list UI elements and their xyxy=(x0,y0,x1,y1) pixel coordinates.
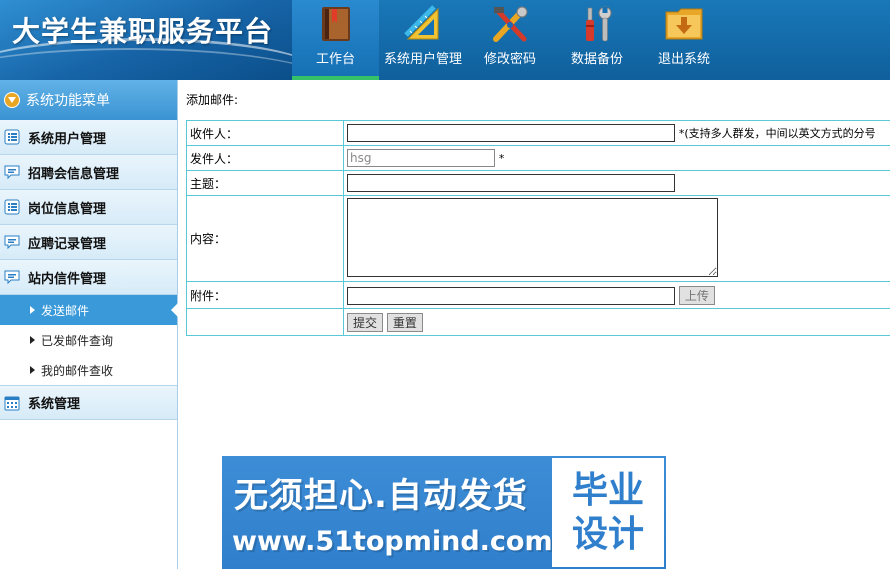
banner-stamp-line: 设计 xyxy=(571,513,644,555)
sidebar-subitem-sent-mail[interactable]: 已发邮件查询 xyxy=(0,325,177,355)
sidebar-item-label: 岗位信息管理 xyxy=(28,201,107,217)
subject-cell xyxy=(343,170,890,196)
attachment-input[interactable] xyxy=(347,286,675,305)
triangle-right-icon xyxy=(30,366,35,374)
sender-input[interactable] xyxy=(347,149,495,167)
nav-item-data-backup[interactable]: 数据备份 xyxy=(553,0,641,80)
sender-label: 发件人： xyxy=(186,145,344,171)
banner-slogan: 无须担心.自动发货 xyxy=(234,476,528,516)
sidebar-item-applications[interactable]: 应聘记录管理 xyxy=(0,225,177,260)
sidebar-item-label: 招聘会信息管理 xyxy=(28,166,120,182)
sidebar-item-positions[interactable]: 岗位信息管理 xyxy=(0,190,177,225)
recipient-input[interactable] xyxy=(347,124,675,142)
form-row-attachment: 附件： 上传 xyxy=(186,281,890,309)
sidebar-item-label: 系统管理 xyxy=(28,397,81,412)
sidebar: 系统功能菜单 系统用户管理 招聘会信息管理 岗位信息管理 应聘记录管理 站内信件… xyxy=(0,80,178,569)
nav-label: 系统用户管理 xyxy=(383,52,462,67)
chevron-down-icon xyxy=(4,92,20,108)
sidebar-item-job-fair[interactable]: 招聘会信息管理 xyxy=(0,155,177,190)
banner-left: 无须担心.自动发货 www.51topmind.com xyxy=(222,456,553,569)
calendar-icon xyxy=(4,395,20,411)
sidebar-item-label: 应聘记录管理 xyxy=(28,236,107,252)
sidebar-item-label: 站内信件管理 xyxy=(28,271,107,287)
upload-button[interactable]: 上传 xyxy=(678,285,715,305)
top-nav: 工作台 系统用户管理 修改密码 数据备份 退出系统 xyxy=(292,0,727,80)
reset-button[interactable]: 重置 xyxy=(386,312,423,332)
screwdriver-wrench-icon xyxy=(575,4,619,44)
watermark-banner: 无须担心.自动发货 www.51topmind.com 毕业 设计 xyxy=(222,456,666,569)
form-row-content: 内容： xyxy=(186,195,890,282)
list-icon xyxy=(4,129,20,145)
sidebar-subitem-label: 发送邮件 xyxy=(41,303,90,318)
chat-bubble-icon xyxy=(4,234,20,250)
nav-item-logout[interactable]: 退出系统 xyxy=(641,0,727,80)
subject-label: 主题： xyxy=(186,170,344,196)
form-row-subject: 主题： xyxy=(186,170,890,196)
banner-stamp-line: 毕业 xyxy=(571,469,644,511)
attachment-cell: 上传 xyxy=(343,281,890,309)
form-row-actions: 提交 重置 xyxy=(186,308,890,336)
sidebar-item-user-management[interactable]: 系统用户管理 xyxy=(0,120,177,155)
recipient-hint: *(支持多人群发，中间以英文方式的分号 xyxy=(678,127,876,140)
recipient-cell: *(支持多人群发，中间以英文方式的分号 xyxy=(343,120,890,146)
folder-download-icon xyxy=(662,4,706,44)
triangle-right-icon xyxy=(30,306,35,314)
chat-bubble-icon xyxy=(4,164,20,180)
actions-cell: 提交 重置 xyxy=(343,308,890,336)
sidebar-item-messages[interactable]: 站内信件管理 xyxy=(0,260,177,295)
banner-url: www.51topmind.com xyxy=(232,526,553,557)
content-cell xyxy=(343,195,890,282)
submit-button[interactable]: 提交 xyxy=(347,312,384,332)
sidebar-item-label: 系统用户管理 xyxy=(28,131,107,147)
sidebar-header-label: 系统功能菜单 xyxy=(26,93,110,109)
nav-item-change-password[interactable]: 修改密码 xyxy=(467,0,553,80)
content-label: 内容： xyxy=(186,195,344,282)
sender-cell: * xyxy=(343,145,890,171)
sender-required-mark: * xyxy=(498,152,505,165)
nav-label: 退出系统 xyxy=(657,52,710,67)
sidebar-subitem-send-mail[interactable]: 发送邮件 xyxy=(0,295,178,325)
sidebar-item-system-management[interactable]: 系统管理 xyxy=(0,385,177,420)
tools-icon xyxy=(488,4,532,44)
recipient-label: 收件人： xyxy=(186,120,344,146)
mail-form: 收件人： *(支持多人群发，中间以英文方式的分号 发件人： * 主题： 内容： xyxy=(186,120,890,336)
nav-label: 数据备份 xyxy=(570,52,623,67)
app-title: 大学生兼职服务平台 xyxy=(12,15,274,48)
content-textarea[interactable] xyxy=(347,197,718,277)
book-icon xyxy=(314,4,358,44)
top-header: 大学生兼职服务平台 工作台 系统用户管理 修改密码 数据备份 退出系统 xyxy=(0,0,890,80)
nav-label: 修改密码 xyxy=(483,52,536,67)
banner-stamp: 毕业 设计 xyxy=(552,458,664,567)
nav-label: 工作台 xyxy=(315,52,355,67)
nav-item-workbench[interactable]: 工作台 xyxy=(292,0,379,80)
ruler-triangle-icon xyxy=(401,4,445,44)
sidebar-subitem-inbox[interactable]: 我的邮件查收 xyxy=(0,355,177,385)
brand-area: 大学生兼职服务平台 xyxy=(0,0,292,80)
sidebar-subitem-label: 已发邮件查询 xyxy=(41,333,114,348)
sidebar-header: 系统功能菜单 xyxy=(0,80,177,120)
page-title: 添加邮件: xyxy=(186,93,239,107)
chat-bubble-icon xyxy=(4,269,20,285)
actions-empty-cell xyxy=(186,308,344,336)
list-icon xyxy=(4,199,20,215)
form-row-recipient: 收件人： *(支持多人群发，中间以英文方式的分号 xyxy=(186,120,890,146)
triangle-right-icon xyxy=(30,336,35,344)
sidebar-subitem-label: 我的邮件查收 xyxy=(41,363,114,378)
attachment-label: 附件： xyxy=(186,281,344,309)
form-row-sender: 发件人： * xyxy=(186,145,890,171)
nav-item-user-management[interactable]: 系统用户管理 xyxy=(379,0,467,80)
subject-input[interactable] xyxy=(347,174,675,192)
